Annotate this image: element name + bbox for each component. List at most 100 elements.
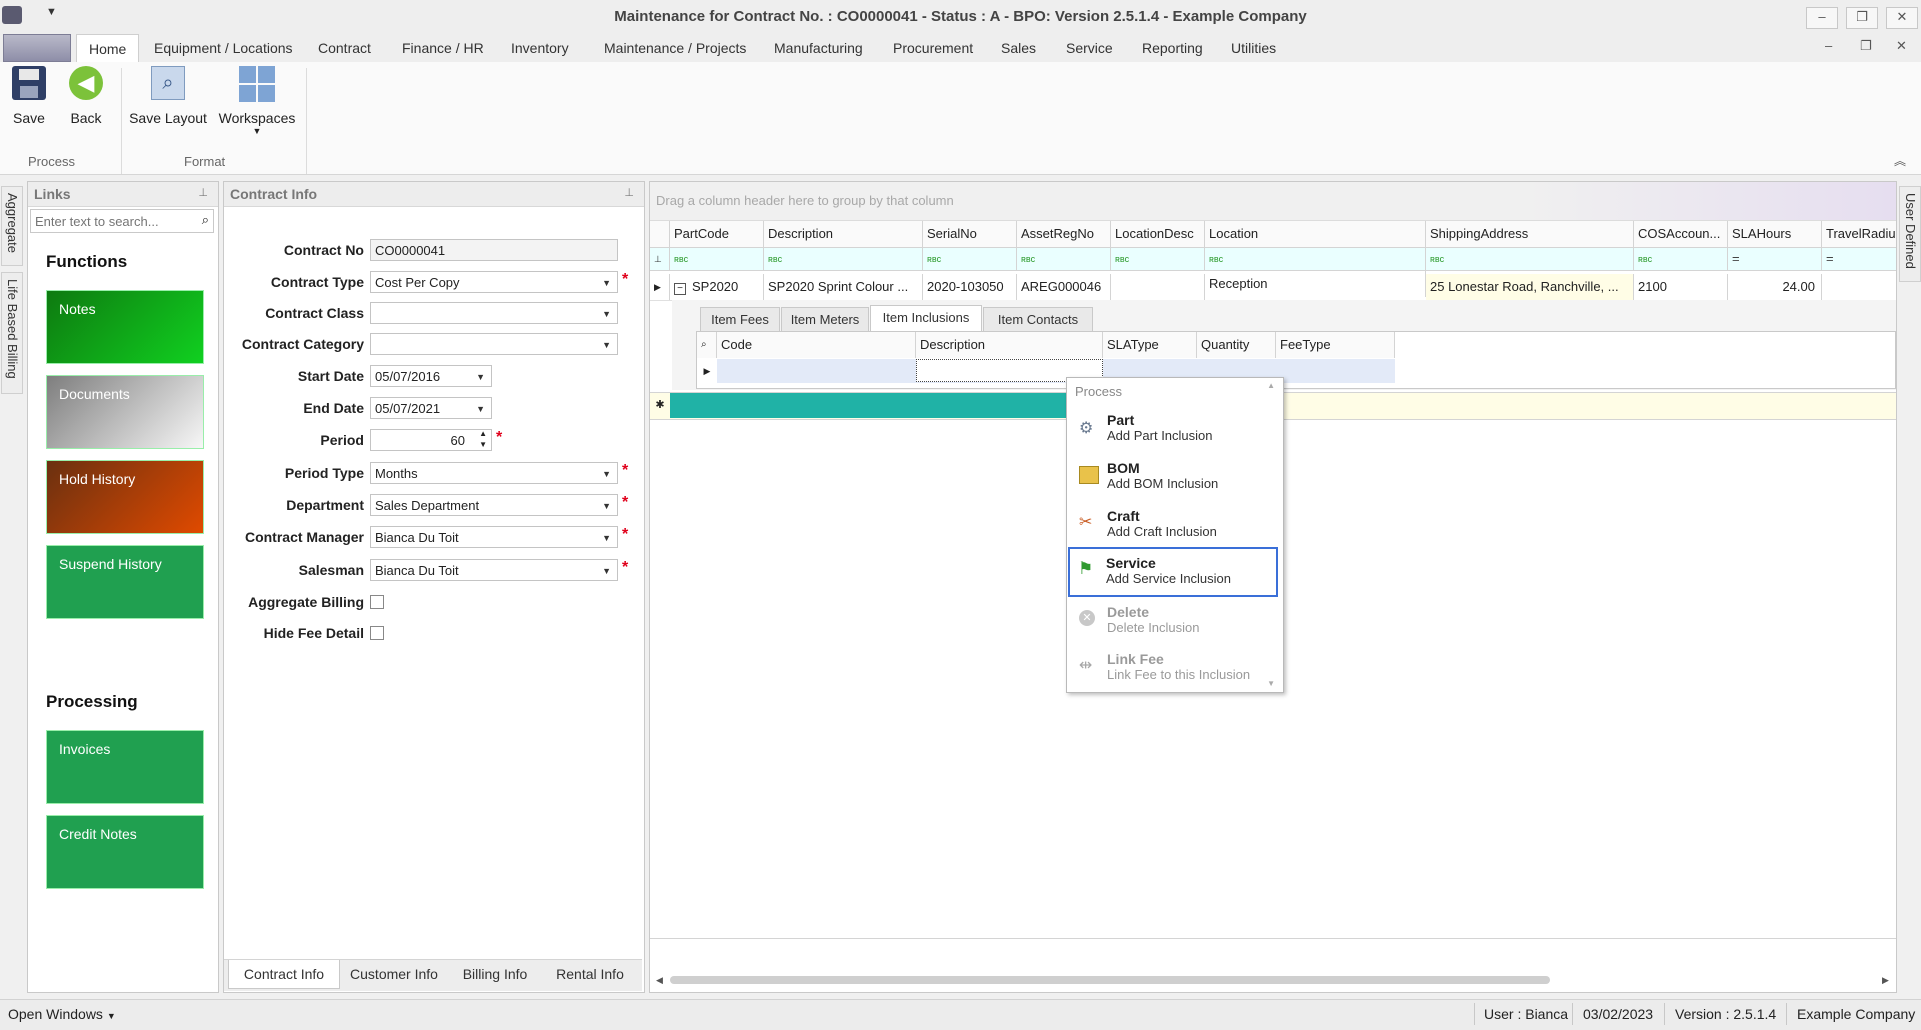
aggregate-billing-checkbox[interactable] xyxy=(370,595,384,609)
mdi-minimize-icon[interactable]: – xyxy=(1825,38,1832,53)
tab-contract-info[interactable]: Contract Info xyxy=(228,960,340,989)
filter-description[interactable]: ʀʙc xyxy=(764,248,923,270)
tab-home[interactable]: Home xyxy=(76,34,140,63)
spin-icon[interactable]: ▲ ▼ xyxy=(479,428,487,450)
filter-assetregno[interactable]: ʀʙc xyxy=(1017,248,1111,270)
menu-item-craft[interactable]: ✂ Craft Add Craft Inclusion xyxy=(1069,504,1279,549)
tab-item-inclusions[interactable]: Item Inclusions xyxy=(870,305,982,332)
menu-item-service[interactable]: ⚑ Service Add Service Inclusion xyxy=(1068,547,1278,597)
contract-class-select[interactable]: ▼ xyxy=(370,302,618,324)
subcol-code[interactable]: Code xyxy=(717,332,916,358)
tab-item-fees[interactable]: Item Fees xyxy=(700,307,780,332)
col-partcode[interactable]: PartCode xyxy=(670,221,764,247)
tab-maintenance-projects[interactable]: Maintenance / Projects xyxy=(604,34,746,62)
filter-slahours[interactable]: = xyxy=(1728,248,1822,270)
col-slahours[interactable]: SLAHours xyxy=(1728,221,1822,247)
col-travelradius[interactable]: TravelRadiu xyxy=(1822,221,1896,247)
filter-cosaccount[interactable]: ʀʙc xyxy=(1634,248,1728,270)
save-button[interactable]: Save xyxy=(8,66,50,126)
filter-locationdesc[interactable]: ʀʙc xyxy=(1111,248,1205,270)
hide-fee-detail-checkbox[interactable] xyxy=(370,626,384,640)
col-serialno[interactable]: SerialNo xyxy=(923,221,1017,247)
col-cosaccount[interactable]: COSAccoun... xyxy=(1634,221,1728,247)
back-button[interactable]: ◀ Back xyxy=(65,66,107,126)
col-location[interactable]: Location xyxy=(1205,221,1426,247)
tab-finance-hr[interactable]: Finance / HR xyxy=(402,34,484,62)
subcol-description[interactable]: Description xyxy=(916,332,1103,358)
search-icon[interactable]: ⌕ xyxy=(202,212,209,228)
contract-no-field[interactable]: CO0000041 xyxy=(370,239,618,261)
invoices-tile[interactable]: Invoices xyxy=(46,730,204,804)
contract-type-select[interactable]: Cost Per Copy ▼ xyxy=(370,271,618,293)
cell-assetregno[interactable]: AREG000046 xyxy=(1017,274,1111,300)
period-field[interactable]: 60 ▲ ▼ xyxy=(370,429,492,451)
mdi-close-icon[interactable]: ✕ xyxy=(1896,38,1907,54)
tab-equipment-locations[interactable]: Equipment / Locations xyxy=(154,34,293,62)
application-menu-button[interactable] xyxy=(3,34,71,62)
cell-serialno[interactable]: 2020-103050 xyxy=(923,274,1017,300)
documents-tile[interactable]: Documents xyxy=(46,375,204,449)
minimize-button[interactable]: – xyxy=(1806,7,1838,29)
subcol-slatype[interactable]: SLAType xyxy=(1103,332,1197,358)
tab-customer-info[interactable]: Customer Info xyxy=(342,960,446,988)
cell-partcode[interactable]: − SP2020 xyxy=(670,274,764,300)
col-assetregno[interactable]: AssetRegNo xyxy=(1017,221,1111,247)
links-search-box[interactable]: ⌕ xyxy=(30,209,214,233)
tab-user-defined[interactable]: User Defined xyxy=(1899,186,1921,282)
pin-icon[interactable]: ⊥ xyxy=(624,186,634,199)
tab-procurement[interactable]: Procurement xyxy=(893,34,973,62)
cell-locationdesc[interactable] xyxy=(1111,274,1205,300)
close-button[interactable]: ✕ xyxy=(1886,7,1918,29)
menu-item-link-fee[interactable]: ⇹ Link Fee Link Fee to this Inclusion xyxy=(1069,647,1279,692)
tab-sales[interactable]: Sales xyxy=(1001,34,1036,62)
horizontal-scrollbar-thumb[interactable] xyxy=(670,976,1550,984)
contract-category-select[interactable]: ▼ xyxy=(370,333,618,355)
col-locationdesc[interactable]: LocationDesc xyxy=(1111,221,1205,247)
hold-history-tile[interactable]: Hold History xyxy=(46,460,204,534)
scroll-left-icon[interactable]: ◀ xyxy=(656,975,663,986)
collapse-ribbon-icon[interactable]: ︽ xyxy=(1894,152,1906,169)
tab-utilities[interactable]: Utilities xyxy=(1231,34,1276,62)
cell-location[interactable]: Reception xyxy=(1205,271,1426,297)
cell-shippingaddress[interactable]: 25 Lonestar Road, Ranchville, ... xyxy=(1426,274,1634,300)
collapse-icon[interactable]: − xyxy=(674,283,686,295)
notes-tile[interactable]: Notes xyxy=(46,290,204,364)
department-select[interactable]: Sales Department ▼ xyxy=(370,494,618,516)
tab-service[interactable]: Service xyxy=(1066,34,1113,62)
tab-reporting[interactable]: Reporting xyxy=(1142,34,1203,62)
tab-item-contacts[interactable]: Item Contacts xyxy=(983,307,1093,332)
search-icon[interactable]: ⌕ xyxy=(697,332,717,358)
tab-inventory[interactable]: Inventory xyxy=(511,34,569,62)
cell-cosaccount[interactable]: 2100 xyxy=(1634,274,1728,300)
suspend-history-tile[interactable]: Suspend History xyxy=(46,545,204,619)
scroll-down-icon[interactable]: ▼ xyxy=(1267,679,1275,688)
scroll-up-icon[interactable]: ▲ xyxy=(1267,381,1275,390)
cell-slahours[interactable]: 24.00 xyxy=(1728,274,1822,300)
mdi-restore-icon[interactable]: ❐ xyxy=(1860,38,1872,54)
credit-notes-tile[interactable]: Credit Notes xyxy=(46,815,204,889)
filter-travelradius[interactable]: = xyxy=(1822,248,1896,270)
col-shippingaddress[interactable]: ShippingAddress xyxy=(1426,221,1634,247)
workspaces-button[interactable]: Workspaces ▼ xyxy=(218,66,296,136)
tab-life-based-billing[interactable]: Life Based Billing xyxy=(1,272,23,394)
tab-contract[interactable]: Contract xyxy=(318,34,371,62)
tab-aggregate[interactable]: Aggregate xyxy=(1,186,23,266)
contract-manager-select[interactable]: Bianca Du Toit ▼ xyxy=(370,526,618,548)
subcol-quantity[interactable]: Quantity xyxy=(1197,332,1276,358)
salesman-select[interactable]: Bianca Du Toit ▼ xyxy=(370,559,618,581)
filter-serialno[interactable]: ʀʙc xyxy=(923,248,1017,270)
tab-item-meters[interactable]: Item Meters xyxy=(781,307,869,332)
cell-description[interactable]: SP2020 Sprint Colour ... xyxy=(764,274,923,300)
end-date-field[interactable]: 05/07/2021 ▼ xyxy=(370,397,492,419)
links-search-input[interactable] xyxy=(31,210,187,232)
menu-item-part[interactable]: ⚙ Part Add Part Inclusion xyxy=(1069,408,1279,453)
subcol-feetype[interactable]: FeeType xyxy=(1276,332,1395,358)
filter-location[interactable]: ʀʙc xyxy=(1205,248,1426,270)
save-layout-button[interactable]: ⌕ Save Layout xyxy=(128,66,208,126)
scroll-right-icon[interactable]: ▶ xyxy=(1882,975,1889,986)
filter-partcode[interactable]: ʀʙc xyxy=(670,248,764,270)
restore-button[interactable]: ❐ xyxy=(1846,7,1878,29)
menu-item-bom[interactable]: BOM Add BOM Inclusion xyxy=(1069,456,1279,501)
period-type-select[interactable]: Months ▼ xyxy=(370,462,618,484)
start-date-field[interactable]: 05/07/2016 ▼ xyxy=(370,365,492,387)
